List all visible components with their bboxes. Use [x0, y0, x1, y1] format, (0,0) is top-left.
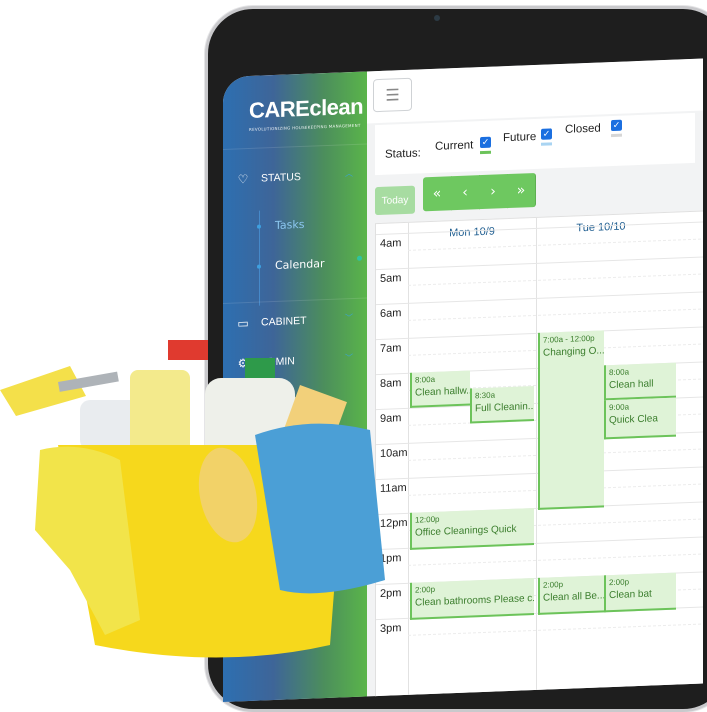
sidebar-subitem-label: Calendar: [275, 257, 325, 273]
calendar-event[interactable]: 9:00a Quick Clea: [604, 397, 676, 440]
event-title: Changing O...: [543, 345, 604, 359]
time-label: 4am: [380, 237, 402, 250]
current-color-swatch: [480, 150, 491, 155]
closed-color-swatch: [611, 133, 622, 138]
main-content: ☰ Status: Current ✓ Future ✓ Closed ✓ To…: [367, 58, 703, 703]
event-title: Clean hallw...: [415, 385, 470, 399]
calendar-event[interactable]: 8:00a Clean hallw...: [410, 370, 470, 409]
future-color-swatch: [541, 142, 552, 146]
hour-line: [376, 291, 703, 306]
filter-current-checkbox[interactable]: ✓: [480, 136, 491, 149]
filter-future-checkbox[interactable]: ✓: [541, 128, 552, 140]
bullet-icon: [257, 264, 261, 269]
calendar-event[interactable]: 12:00p Office Cleanings Quick: [410, 508, 534, 550]
sidebar-item-cabinet[interactable]: ▭ CABINET: [235, 314, 307, 331]
archive-icon: ▭: [237, 316, 249, 331]
event-title: Clean hall: [609, 378, 654, 392]
calendar-event[interactable]: 2:00p Clean all Be...: [538, 575, 604, 615]
today-button[interactable]: Today: [375, 185, 415, 216]
hour-line: [376, 256, 703, 271]
bullet-icon: [257, 224, 261, 229]
sidebar-item-status[interactable]: ♡ STATUS: [235, 170, 301, 187]
sidebar-subitem-label: Tasks: [275, 217, 305, 233]
calendar-event[interactable]: 7:00a - 12:00p Changing O...: [538, 330, 604, 510]
time-label: 5am: [380, 272, 402, 285]
cleaning-supplies-image: [0, 340, 385, 658]
status-filter: Status: Current ✓ Future ✓ Closed ✓: [375, 112, 695, 176]
brand-logo[interactable]: CAREclean: [249, 94, 363, 124]
menu-toggle-button[interactable]: ☰: [373, 77, 412, 113]
cloth-shape: [130, 370, 190, 455]
brand-tagline: REVOLUTIONIZING HOUSEKEEPING MANAGEMENT: [249, 122, 361, 133]
event-title: Clean all Be...: [543, 590, 604, 604]
sidebar-item-label: STATUS: [261, 171, 301, 185]
spray-head-shape: [168, 340, 208, 360]
last-button[interactable]: »: [507, 172, 536, 209]
calendar-event[interactable]: 8:30a Full Cleanin...: [470, 385, 534, 424]
divider: [223, 297, 367, 304]
filter-current-label: Current: [435, 139, 474, 153]
prev-button[interactable]: ‹: [451, 175, 480, 211]
calendar-event[interactable]: 2:00p Clean bat: [604, 572, 676, 613]
calendar-grid: Mon 10/9 Tue 10/10 4am 5am 6am 7am 8am 9am 10a…: [372, 210, 703, 703]
calendar-event[interactable]: 2:00p Clean bathrooms Please c...: [410, 578, 534, 620]
chevron-up-icon[interactable]: ︿: [345, 168, 353, 179]
filter-closed-checkbox[interactable]: ✓: [611, 119, 622, 132]
event-title: Full Cleanin...: [475, 400, 534, 414]
sidebar-subitem-tasks[interactable]: Tasks: [257, 218, 304, 233]
status-filter-label: Status:: [385, 147, 421, 161]
filter-closed-label: Closed: [565, 122, 601, 136]
next-button[interactable]: ›: [479, 174, 508, 210]
active-indicator: [357, 255, 362, 261]
event-title: Quick Clea: [609, 413, 658, 427]
filter-future-label: Future: [503, 130, 537, 145]
hamburger-icon: ☰: [385, 85, 400, 105]
heartbeat-icon: ♡: [237, 172, 249, 187]
grid-line: [408, 222, 409, 703]
first-button[interactable]: «: [423, 176, 452, 212]
sponge-shape: [0, 366, 86, 416]
time-label: 6am: [380, 307, 402, 320]
event-time: 7:00a - 12:00p: [543, 333, 595, 345]
camera-icon: [434, 15, 440, 21]
half-hour-line: [408, 553, 703, 566]
half-hour-line: [408, 623, 703, 636]
sidebar-subitem-calendar[interactable]: Calendar: [257, 257, 324, 273]
half-hour-line: [408, 308, 703, 321]
event-title: Clean bat: [609, 588, 652, 602]
sidebar-item-label: CABINET: [261, 314, 307, 329]
half-hour-line: [408, 273, 703, 286]
chevron-down-icon[interactable]: ﹀: [345, 312, 353, 323]
divider: [223, 143, 367, 150]
calendar-event[interactable]: 8:00a Clean hall: [604, 362, 676, 401]
